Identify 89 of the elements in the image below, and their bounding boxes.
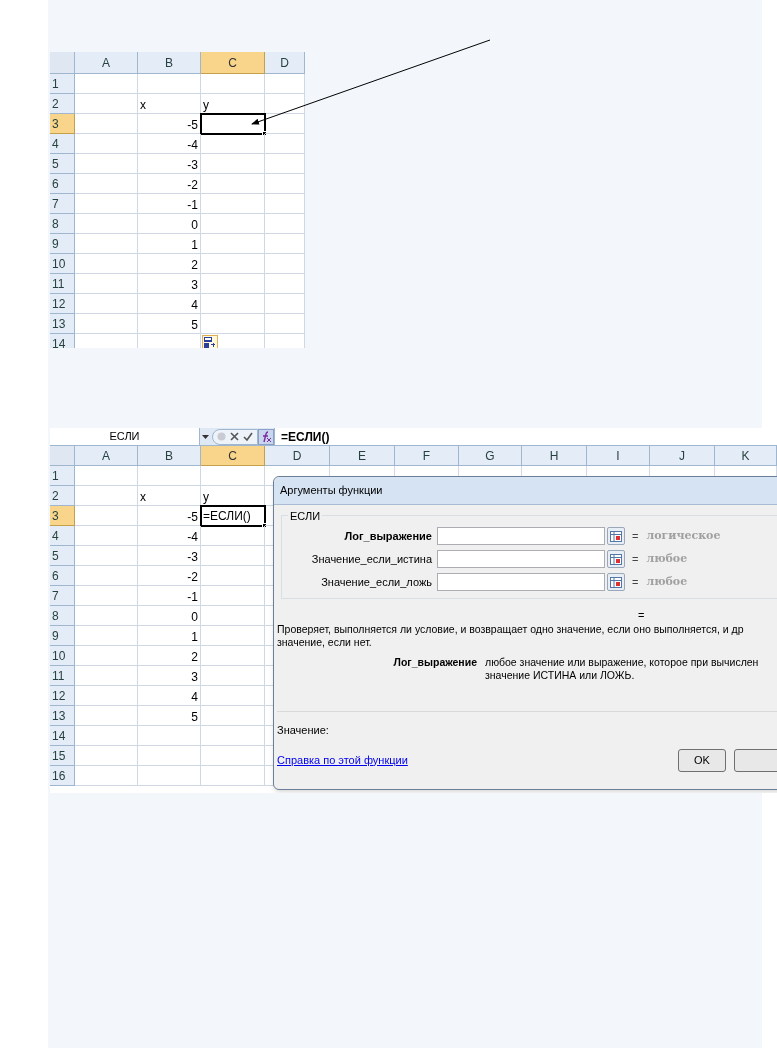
- column-header[interactable]: K: [715, 446, 777, 466]
- row-header[interactable]: 4: [50, 526, 75, 546]
- help-link[interactable]: Справка по этой функции: [277, 751, 408, 769]
- row-header[interactable]: 6: [50, 174, 75, 194]
- description-line: Проверяет, выполняется ли условие, и возвращает одно значение, если оно выполняется, и др: [277, 623, 745, 636]
- table-cell[interactable]: 0: [138, 214, 201, 234]
- table-cell[interactable]: 3: [138, 274, 201, 294]
- row-header[interactable]: 9: [50, 234, 75, 254]
- row-header[interactable]: 3: [50, 506, 75, 526]
- table-cell[interactable]: 1: [138, 626, 201, 646]
- table-cell[interactable]: 0: [138, 606, 201, 626]
- table-cell[interactable]: -3: [138, 546, 201, 566]
- column-header[interactable]: A: [75, 446, 138, 466]
- column-header[interactable]: C: [201, 52, 265, 74]
- table-cell[interactable]: -4: [138, 134, 201, 154]
- table-cell[interactable]: 3: [138, 666, 201, 686]
- column-header[interactable]: G: [459, 446, 522, 466]
- argument-help-line: значение ИСТИНА или ЛОЖЬ.: [485, 669, 636, 682]
- argument-name: Лог_выражение: [392, 656, 478, 670]
- row-header[interactable]: 7: [50, 586, 75, 606]
- column-header[interactable]: I: [587, 446, 650, 466]
- row-header[interactable]: 6: [50, 566, 75, 586]
- formula-field[interactable]: =ЕСЛИ(): [274, 428, 777, 445]
- row-header[interactable]: 14: [50, 334, 75, 348]
- argument-hint: логическое: [646, 527, 721, 544]
- row-header[interactable]: 8: [50, 214, 75, 234]
- table-cell[interactable]: -1: [138, 586, 201, 606]
- row-header[interactable]: 5: [50, 546, 75, 566]
- row-header[interactable]: 7: [50, 194, 75, 214]
- argument-label: Значение_если_истина: [310, 551, 433, 567]
- table-cell[interactable]: 2: [138, 646, 201, 666]
- table-cell[interactable]: -1: [138, 194, 201, 214]
- table-cell[interactable]: 4: [138, 294, 201, 314]
- table-cell[interactable]: x: [138, 486, 201, 506]
- row-header[interactable]: 5: [50, 154, 75, 174]
- row-header[interactable]: 3: [50, 114, 75, 134]
- equals-sign: =: [632, 574, 639, 590]
- description-line: значение, если нет.: [277, 636, 373, 649]
- equals-sign: =: [632, 528, 639, 544]
- row-header[interactable]: 11: [50, 274, 75, 294]
- column-header[interactable]: B: [138, 52, 201, 74]
- row-header[interactable]: 2: [50, 486, 75, 506]
- row-header[interactable]: 13: [50, 706, 75, 726]
- equals-sign: =: [638, 608, 645, 621]
- name-box[interactable]: ЕСЛИ: [50, 428, 200, 445]
- equals-sign: =: [632, 551, 639, 567]
- row-header[interactable]: 11: [50, 666, 75, 686]
- row-header[interactable]: 10: [50, 254, 75, 274]
- row-header[interactable]: 12: [50, 686, 75, 706]
- row-header[interactable]: 8: [50, 606, 75, 626]
- column-header[interactable]: C: [201, 446, 265, 466]
- row-header[interactable]: 4: [50, 134, 75, 154]
- table-cell[interactable]: 2: [138, 254, 201, 274]
- row-header[interactable]: 1: [50, 74, 75, 94]
- column-header[interactable]: B: [138, 446, 201, 466]
- row-header[interactable]: 12: [50, 294, 75, 314]
- table-cell[interactable]: -2: [138, 174, 201, 194]
- active-cell[interactable]: =ЕСЛИ(): [200, 505, 266, 527]
- table-cell[interactable]: -3: [138, 154, 201, 174]
- row-header[interactable]: 1: [50, 466, 75, 486]
- row-header[interactable]: 2: [50, 94, 75, 114]
- column-header[interactable]: J: [650, 446, 715, 466]
- row-header[interactable]: 13: [50, 314, 75, 334]
- argument-hint: любое: [646, 573, 688, 590]
- argument-label: Значение_если_ложь: [320, 574, 433, 590]
- row-header[interactable]: 9: [50, 626, 75, 646]
- table-cell[interactable]: -2: [138, 566, 201, 586]
- table-cell[interactable]: 1: [138, 234, 201, 254]
- ok-button[interactable]: OK: [677, 748, 726, 772]
- row-header[interactable]: 15: [50, 746, 75, 766]
- column-header[interactable]: F: [395, 446, 459, 466]
- column-header[interactable]: H: [522, 446, 587, 466]
- row-header[interactable]: 10: [50, 646, 75, 666]
- row-header[interactable]: 14: [50, 726, 75, 746]
- table-cell[interactable]: -4: [138, 526, 201, 546]
- column-header[interactable]: A: [75, 52, 138, 74]
- column-header[interactable]: E: [330, 446, 395, 466]
- argument-hint: любое: [646, 550, 688, 567]
- table-cell[interactable]: x: [138, 94, 201, 114]
- column-header[interactable]: D: [265, 52, 305, 74]
- column-header[interactable]: D: [265, 446, 330, 466]
- dialog-title: Аргументы функции: [280, 483, 383, 499]
- table-cell[interactable]: 4: [138, 686, 201, 706]
- row-header[interactable]: 16: [50, 766, 75, 786]
- table-cell[interactable]: 5: [138, 706, 201, 726]
- value-label: Значение:: [277, 723, 329, 738]
- argument-label: Лог_выражение: [343, 528, 433, 544]
- table-cell[interactable]: 5: [138, 314, 201, 334]
- argument-help-line: любое значение или выражение, которое при вычислен: [485, 656, 759, 669]
